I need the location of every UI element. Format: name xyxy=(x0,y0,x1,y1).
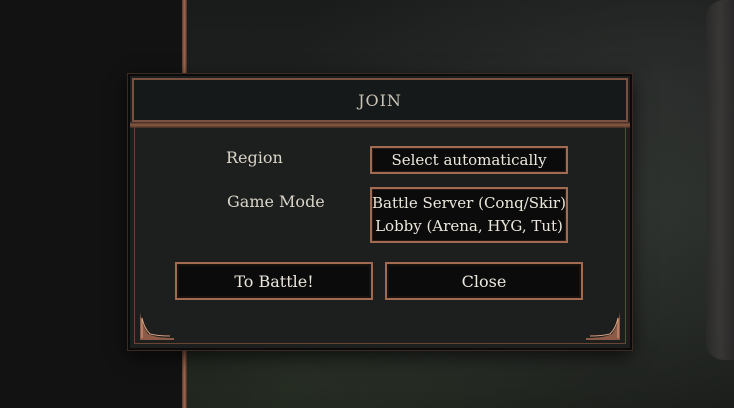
region-select-value: Select automatically xyxy=(391,151,547,169)
region-select[interactable]: Select automatically xyxy=(370,146,568,174)
to-battle-button[interactable]: To Battle! xyxy=(175,262,373,300)
corner-ornament-left-icon xyxy=(140,312,174,340)
dialog-title: JOIN xyxy=(358,90,402,110)
game-mode-option-lobby[interactable]: Lobby (Arena, HYG, Tut) xyxy=(375,215,563,238)
to-battle-button-label: To Battle! xyxy=(234,271,314,291)
corner-ornament-right-icon xyxy=(586,312,620,340)
game-mode-label: Game Mode xyxy=(227,192,325,211)
game-mode-list[interactable]: Battle Server (Conq/Skir) Lobby (Arena, … xyxy=(370,187,568,243)
game-mode-option-battle-server[interactable]: Battle Server (Conq/Skir) xyxy=(372,192,566,215)
join-dialog: JOIN Region Select automatically Game Mo… xyxy=(128,74,632,350)
region-label: Region xyxy=(226,148,283,167)
close-button-label: Close xyxy=(461,271,507,291)
dialog-title-bar: JOIN xyxy=(132,78,628,122)
close-button[interactable]: Close xyxy=(385,262,583,300)
background-tower xyxy=(706,0,734,360)
